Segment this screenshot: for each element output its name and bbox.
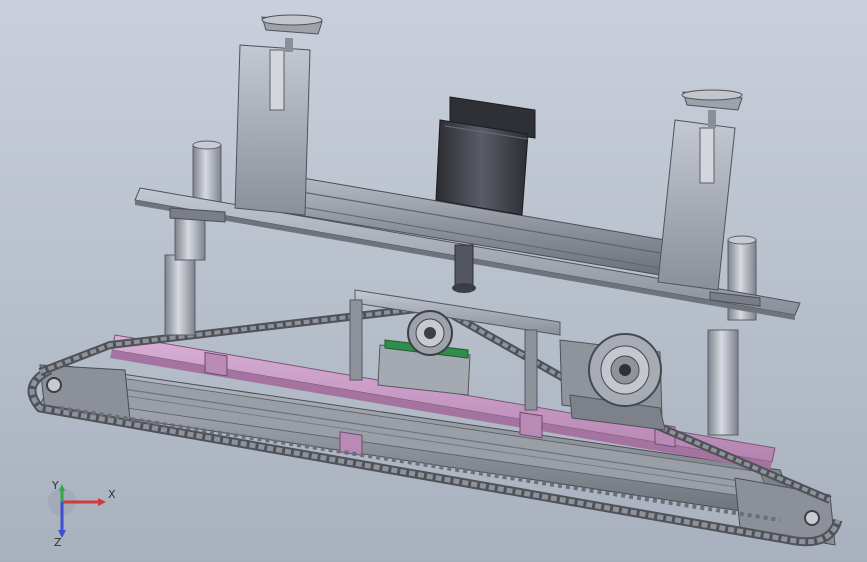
left-support-cylinder[interactable]: [164, 140, 222, 336]
coordinate-triad: X Y Z: [48, 480, 116, 549]
graphics-viewport[interactable]: X Y Z: [0, 0, 867, 562]
drive-gearbox[interactable]: [559, 333, 666, 431]
motor-shaft[interactable]: [452, 244, 476, 293]
idler-wheel[interactable]: [46, 377, 62, 393]
stepper-motor[interactable]: [435, 96, 536, 216]
y-axis-label: Y: [51, 480, 59, 492]
y-axis-arrowhead: [59, 484, 65, 491]
x-axis-label: X: [108, 488, 116, 501]
z-axis-label: Z: [54, 536, 62, 549]
x-axis-arrowhead: [98, 498, 106, 506]
cad-model[interactable]: [0, 0, 867, 562]
drive-wheel[interactable]: [804, 510, 820, 526]
